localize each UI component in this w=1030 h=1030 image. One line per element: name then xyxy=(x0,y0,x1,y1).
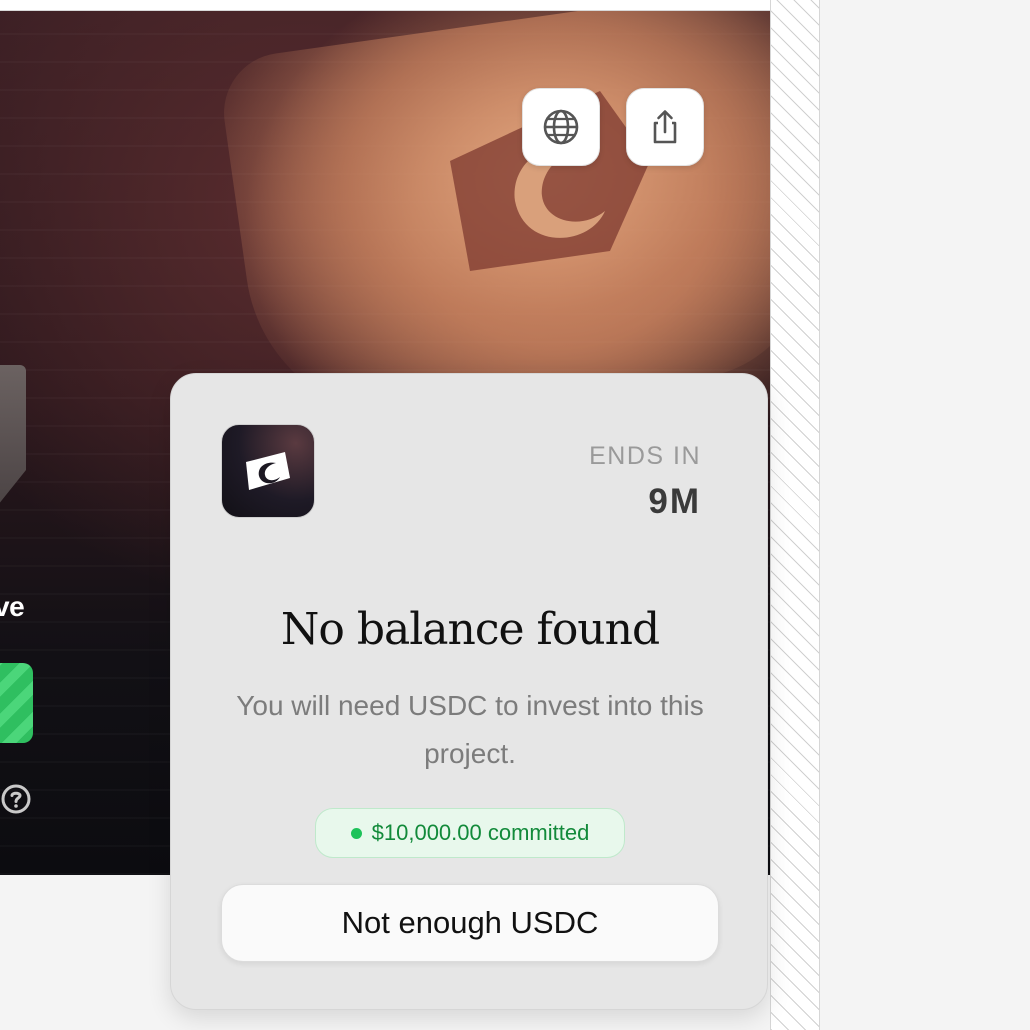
globe-icon xyxy=(543,109,579,145)
hero-cta-button[interactable] xyxy=(0,663,33,743)
status-dot-icon xyxy=(350,827,362,839)
card-title: No balance found xyxy=(280,604,660,655)
invest-card: ENDS IN 9M No balance found You will nee… xyxy=(170,373,768,1010)
website-button[interactable] xyxy=(522,88,600,166)
right-gutter xyxy=(770,0,820,1030)
share-button[interactable] xyxy=(626,88,704,166)
project-logo-icon xyxy=(246,452,290,490)
card-subtitle: You will need USDC to invest into this p… xyxy=(236,690,704,769)
committed-amount: $10,000.00 committed xyxy=(371,820,590,845)
hero-title-fragment: ve xyxy=(0,591,25,622)
question-circle-icon[interactable] xyxy=(0,783,32,815)
share-icon xyxy=(653,110,677,144)
ends-in-value: 9M xyxy=(648,482,701,521)
ends-in-label: ENDS IN xyxy=(589,442,701,470)
not-enough-usdc-button[interactable]: Not enough USDC xyxy=(221,884,719,962)
project-logo xyxy=(221,424,315,518)
committed-badge: $10,000.00 committed xyxy=(315,808,625,858)
page: ve ENDS IN 9M No balance found You will … xyxy=(0,0,1030,1030)
top-strip xyxy=(0,0,770,11)
